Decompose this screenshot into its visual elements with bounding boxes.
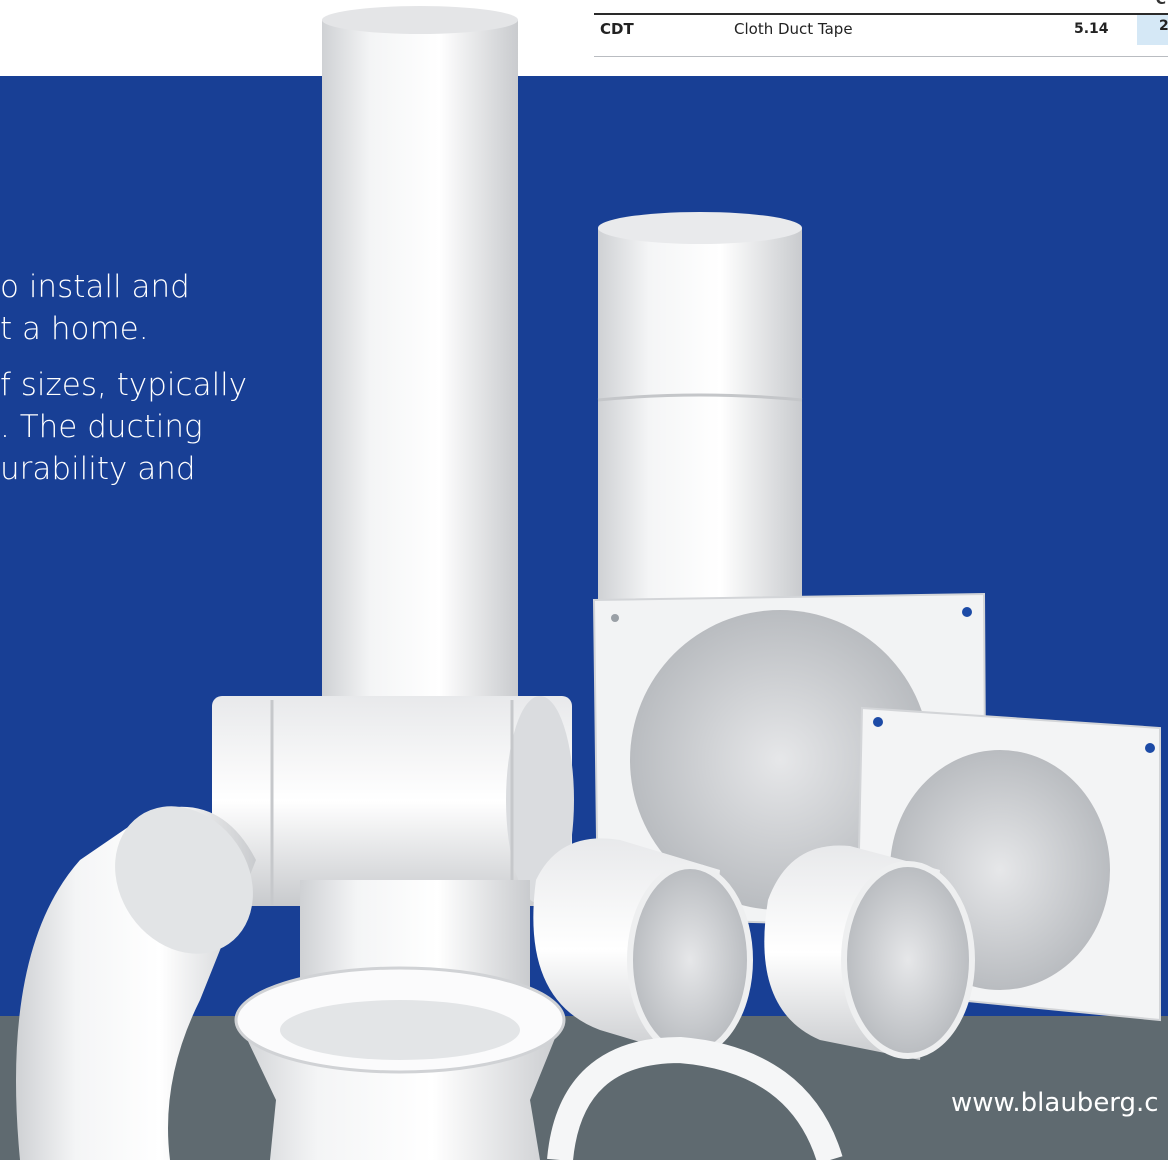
website-url: www.blauberg.c <box>951 1088 1159 1118</box>
duct-fittings-photo <box>16 6 1161 1160</box>
connector-right <box>764 845 975 1060</box>
tall-pipe <box>322 6 518 700</box>
tee-fitting <box>212 696 574 1000</box>
clamp-fitting <box>547 1036 843 1160</box>
connector-left <box>533 838 753 1060</box>
reducer-fitting <box>234 966 566 1160</box>
